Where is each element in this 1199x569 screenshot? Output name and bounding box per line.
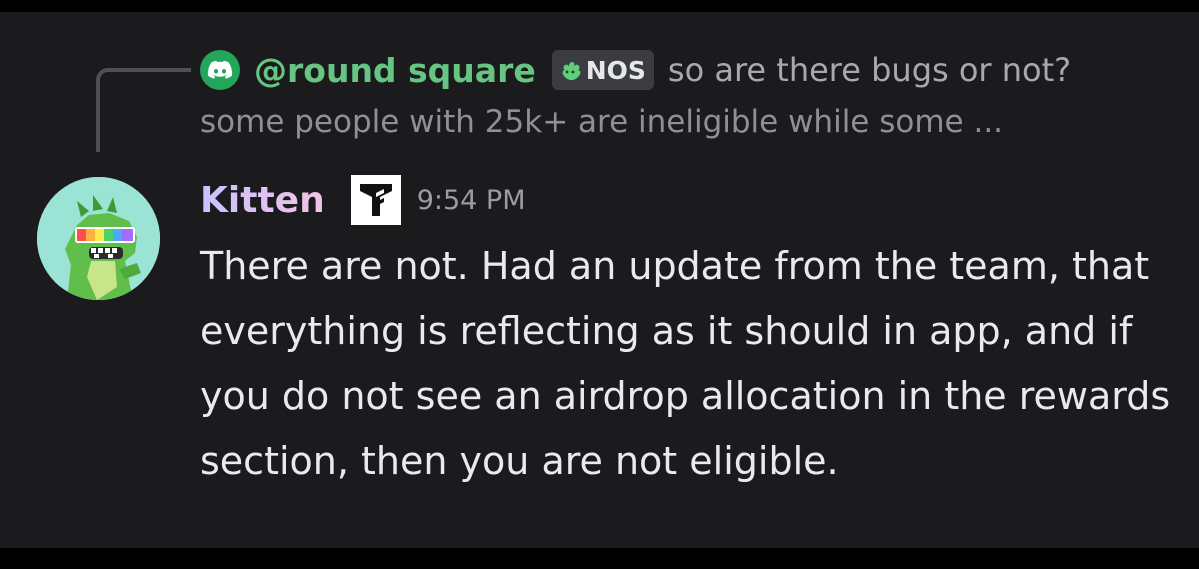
reply-reference[interactable]: @round square NOS so are there bugs or n… [200,48,1071,92]
server-tag[interactable]: NOS [551,50,654,90]
reply-author[interactable]: @round square [254,51,536,90]
message-content: There are not. Had an update from the te… [200,244,1171,483]
avatar[interactable] [37,177,160,300]
reply-preview-text[interactable]: so are there bugs or not? [668,51,1071,89]
username[interactable]: Kitten [200,180,325,221]
message-header: Kitten 9:54 PM [200,175,526,225]
reply-preview-continuation[interactable]: some people with 25k+ are ineligible whi… [200,104,1003,140]
discord-icon[interactable] [200,50,240,90]
clover-icon [562,62,581,80]
reply-connector [96,68,191,152]
message-timestamp: 9:54 PM [416,184,526,216]
chat-panel: @round square NOS so are there bugs or n… [0,12,1199,548]
role-logo-icon[interactable] [350,175,401,225]
server-tag-label: NOS [585,55,646,85]
